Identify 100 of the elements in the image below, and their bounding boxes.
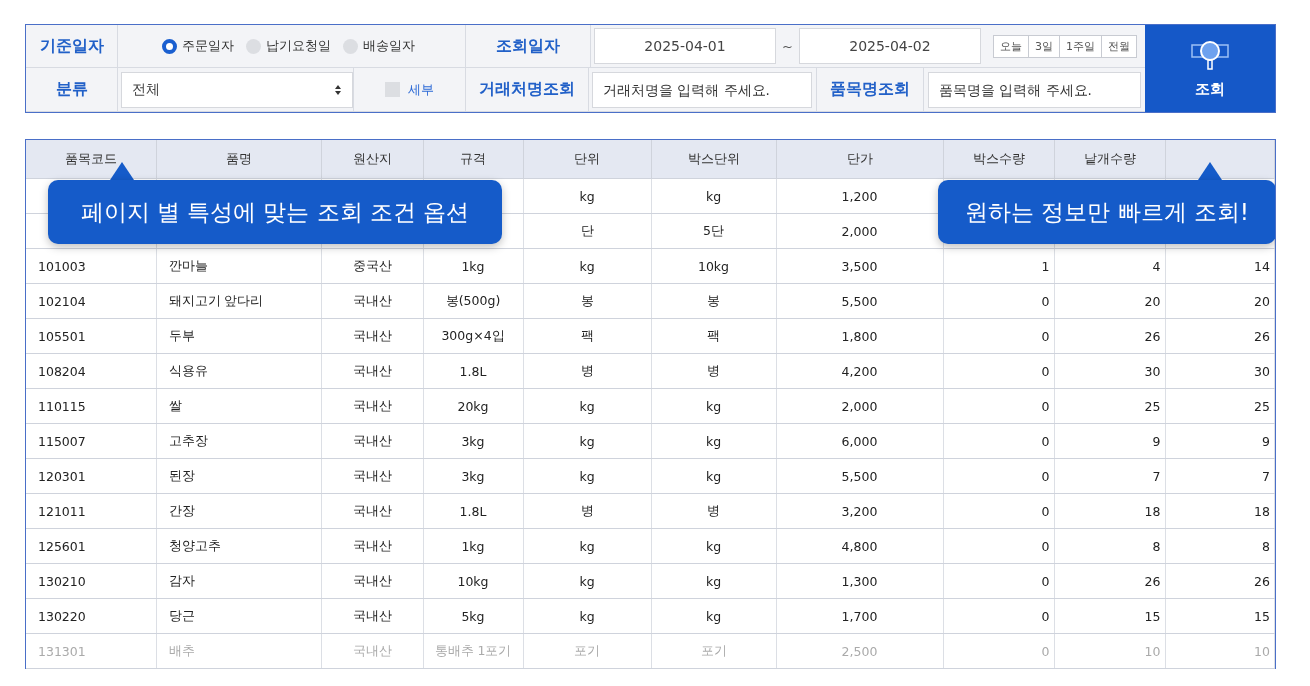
table-cell: 돼지고기 앞다리 (156, 283, 321, 319)
table-cell: kg (523, 178, 651, 214)
table-cell: 18 (1165, 493, 1275, 529)
table-cell: 0 (943, 388, 1054, 424)
table-cell: 중국산 (321, 248, 423, 284)
table-cell: 5kg (423, 598, 523, 634)
table-cell: 병 (523, 493, 651, 529)
item-search-field[interactable]: 품목명을 입력해 주세요. (928, 71, 1141, 108)
table-cell: 101003 (26, 248, 156, 284)
table-cell: kg (651, 423, 776, 459)
table-cell: 국내산 (321, 458, 423, 494)
table-cell: 300g×4입 (423, 318, 523, 354)
table-cell: 4,800 (776, 528, 943, 564)
table-cell: 식용유 (156, 353, 321, 389)
table-cell: 125601 (26, 528, 156, 564)
table-cell: 102104 (26, 283, 156, 319)
table-cell: 3kg (423, 458, 523, 494)
table-cell: 1 (943, 248, 1054, 284)
table-cell: 국내산 (321, 528, 423, 564)
table-cell: 26 (1165, 318, 1275, 354)
table-cell: 6,000 (776, 423, 943, 459)
table-cell: 10 (1165, 633, 1275, 669)
table-cell: 고추장 (156, 423, 321, 459)
table-cell: 국내산 (321, 353, 423, 389)
table-cell: 병 (651, 353, 776, 389)
table-cell: kg (651, 178, 776, 214)
table-cell: kg (523, 528, 651, 564)
table-cell: 4,200 (776, 353, 943, 389)
table-cell: kg (523, 248, 651, 284)
date-field[interactable]: 2025-04-02 (798, 28, 981, 64)
table-cell: 10kg (651, 248, 776, 284)
table-cell: 15 (1054, 598, 1165, 634)
table-cell: 국내산 (321, 283, 423, 319)
client-search-field[interactable]: 거래처명을 입력해 주세요. (592, 71, 812, 108)
table-cell: 9 (1054, 423, 1165, 459)
table-cell: 8 (1165, 528, 1275, 564)
radio-option[interactable]: 배송일자 (343, 37, 415, 55)
table-cell: 감자 (156, 563, 321, 599)
table-cell: 3kg (423, 423, 523, 459)
table-cell: 115007 (26, 423, 156, 459)
table-cell: 105501 (26, 318, 156, 354)
table-cell: 18 (1054, 493, 1165, 529)
table-cell: 2,000 (776, 388, 943, 424)
table-cell: kg (523, 458, 651, 494)
table-cell: 1kg (423, 248, 523, 284)
table-cell: 통배추 1포기 (423, 633, 523, 669)
table-cell: 9 (1165, 423, 1275, 459)
column-header: 품명 (156, 140, 321, 179)
table-cell: 국내산 (321, 633, 423, 669)
table-cell: 5,500 (776, 283, 943, 319)
table-cell: 국내산 (321, 318, 423, 354)
table-cell: 0 (943, 563, 1054, 599)
table-cell: 팩 (651, 318, 776, 354)
table-cell: 20 (1165, 283, 1275, 319)
table-cell: 1,300 (776, 563, 943, 599)
category-select[interactable]: 전체 (121, 71, 353, 108)
table-cell: kg (651, 528, 776, 564)
table-cell: 0 (943, 423, 1054, 459)
column-header: 단가 (776, 140, 943, 179)
table-cell: 간장 (156, 493, 321, 529)
radio-option[interactable]: 납기요청일 (246, 37, 331, 55)
table-cell: 108204 (26, 353, 156, 389)
table-cell: 0 (943, 283, 1054, 319)
table-cell: 1.8L (423, 493, 523, 529)
date-field[interactable]: 2025-04-01 (594, 28, 776, 64)
field-label: 조회일자 (466, 25, 591, 68)
table-cell: 1.8L (423, 353, 523, 389)
table-cell: 8 (1054, 528, 1165, 564)
table-cell: 14 (1165, 248, 1275, 284)
table-cell: 0 (943, 598, 1054, 634)
table-cell: 깐마늘 (156, 248, 321, 284)
table-cell: 포기 (651, 633, 776, 669)
table-cell: 병 (651, 493, 776, 529)
table-cell: 0 (943, 318, 1054, 354)
column-header: 단위 (523, 140, 651, 179)
column-header: 박스수량 (943, 140, 1054, 179)
table-cell: 국내산 (321, 563, 423, 599)
table-cell: 0 (943, 353, 1054, 389)
table-cell: 3,500 (776, 248, 943, 284)
table-cell: 26 (1054, 318, 1165, 354)
search-button[interactable]: 조회 (1145, 25, 1275, 112)
column-header: 품목코드 (26, 140, 156, 179)
field-label: 분류 (26, 68, 118, 112)
table-cell: 30 (1165, 353, 1275, 389)
table-cell: 7 (1054, 458, 1165, 494)
field-label: 품목명조회 (816, 68, 924, 111)
table-cell: 10kg (423, 563, 523, 599)
table-cell: 국내산 (321, 598, 423, 634)
table-cell: kg (651, 458, 776, 494)
table-cell: 국내산 (321, 493, 423, 529)
column-header: 규격 (423, 140, 523, 179)
field-label: 기준일자 (26, 25, 118, 68)
table-cell: 121011 (26, 493, 156, 529)
table-cell: 25 (1165, 388, 1275, 424)
table-cell: kg (651, 563, 776, 599)
radio-option[interactable]: 주문일자 (162, 37, 234, 55)
table-cell: 130220 (26, 598, 156, 634)
range-separator: ~ (782, 38, 793, 54)
table-cell: 20kg (423, 388, 523, 424)
table-cell: 20 (1054, 283, 1165, 319)
